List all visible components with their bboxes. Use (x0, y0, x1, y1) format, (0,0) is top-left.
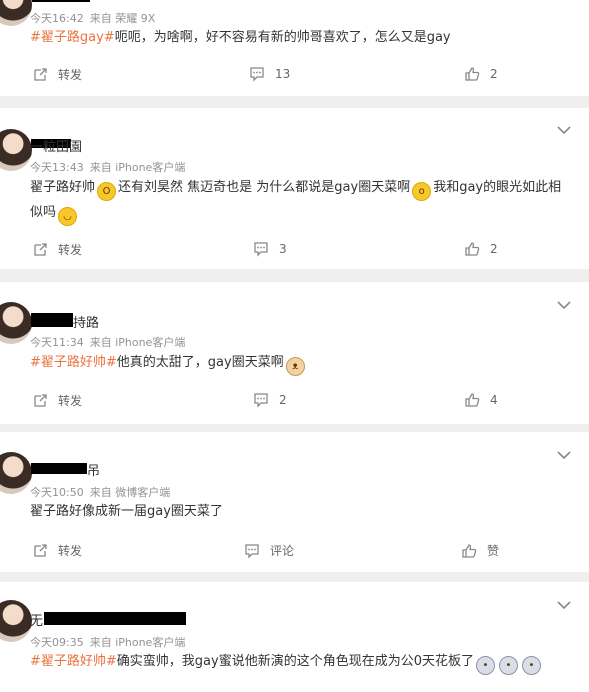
like-count: 2 (490, 67, 498, 81)
shocked-emoji-icon: O (97, 182, 117, 201)
comment-text: 翟子路好帅 O 还有刘昊然 焦迈奇也是 为什么都说是gay圈天菜啊 o 我和gay的眼光… (30, 176, 570, 226)
like-count: 4 (490, 393, 498, 407)
like-button[interactable]: 2 (464, 66, 498, 82)
topic-tag[interactable]: #翟子路好帅# (30, 654, 117, 669)
face-emoji-icon: • (475, 656, 495, 675)
comment-meta: 今天13:43 来自 iPhone客户端 (30, 159, 191, 175)
redacted-username (44, 612, 186, 625)
comment-meta: 今天10:50 来自 微博客户端 (30, 484, 176, 500)
topic-tag[interactable]: #翟子路好帅# (30, 355, 117, 370)
comment-card: 今天16:42 来自 荣耀 9X #翟子路gay#呃呃，为啥啊，好不容易有新的帅哥… (0, 0, 589, 96)
comment-icon (254, 393, 268, 408)
comment-body: 他真的太甜了，gay圈天菜啊 (116, 355, 284, 370)
forward-icon (34, 242, 47, 256)
like-label: 赞 (487, 544, 500, 558)
thumbs-up-icon (465, 67, 480, 81)
comment-icon (245, 543, 259, 559)
topic-tag[interactable]: #翟子路gay# (30, 30, 115, 45)
comment-button[interactable]: 2 (253, 392, 287, 408)
comment-meta: 今天16:42 来自 荣耀 9X (30, 10, 161, 26)
face-emoji-icon: • (498, 656, 518, 675)
comment-body: 呃呃，为啥啊，好不容易有新的帅哥喜欢了，怎么又是gay (114, 30, 451, 45)
redacted-username (32, 0, 90, 2)
comment-text: #翟子路好帅#他真的太甜了，gay圈天菜啊 ᴥ (30, 351, 570, 376)
comment-count: 13 (275, 67, 291, 81)
forward-icon (34, 543, 47, 557)
avatar[interactable] (0, 452, 32, 494)
username[interactable]: 吊 (87, 460, 100, 479)
timestamp: 今天13:43 (30, 161, 84, 174)
timestamp: 今天10:50 (30, 486, 84, 499)
comment-count: 3 (279, 242, 287, 256)
comment-count: 2 (279, 393, 287, 407)
source: 来自 iPhone客户端 (89, 161, 186, 174)
comment-icon (250, 67, 264, 82)
avatar[interactable] (0, 129, 32, 171)
shocked-emoji-icon: o (412, 182, 432, 201)
forward-button[interactable]: 转发 (32, 241, 82, 258)
comment-meta: 今天11:34 来自 iPhone客户端 (30, 334, 191, 350)
comment-button[interactable]: 3 (253, 241, 287, 257)
comment-label: 评论 (270, 544, 295, 558)
timestamp: 今天09:35 (30, 636, 84, 649)
comment-card: 无 今天09:35 来自 iPhone客户端 #翟子路好帅#确实蛮帅，我gay蜜说… (0, 582, 589, 692)
forward-label: 转发 (58, 394, 83, 408)
comment-text: 翟子路好像成新一届gay圈天菜了 (30, 500, 570, 524)
comment-button[interactable]: 评论 (244, 542, 294, 559)
like-count: 2 (490, 242, 498, 256)
source: 来自 荣耀 9X (89, 12, 156, 25)
comment-card: 一粒田園 今天13:43 来自 iPhone客户端 翟子路好帅 O 还有刘昊然 焦迈奇… (0, 108, 589, 269)
forward-icon (34, 393, 47, 407)
like-button[interactable]: 赞 (461, 542, 499, 559)
forward-icon (34, 67, 47, 81)
thumbs-up-icon (465, 242, 480, 256)
avatar[interactable] (0, 0, 32, 26)
avatar[interactable] (0, 302, 32, 344)
comment-button[interactable]: 13 (249, 66, 290, 82)
forward-label: 转发 (58, 243, 83, 257)
comment-body: 翟子路好像成新一届gay圈天菜了 (30, 504, 223, 519)
comment-body: 翟子路好帅 (30, 180, 96, 195)
forward-button[interactable]: 转发 (32, 542, 82, 559)
comment-card: 持路 今天11:34 来自 iPhone客户端 #翟子路好帅#他真的太甜了，gay… (0, 282, 589, 424)
chevron-down-icon[interactable] (557, 600, 571, 610)
comment-body: 确实蛮帅，我gay蜜说他新演的这个角色现在成为公0天花板了 (116, 654, 474, 669)
forward-label: 转发 (58, 544, 83, 558)
forward-button[interactable]: 转发 (32, 66, 82, 83)
username[interactable]: 无 (30, 610, 43, 629)
comment-card: 吊 今天10:50 来自 微博客户端 翟子路好像成新一届gay圈天菜了 转发 评论… (0, 432, 589, 572)
forward-label: 转发 (58, 68, 83, 82)
chevron-down-icon[interactable] (557, 125, 571, 135)
face-emoji-icon: • (521, 656, 541, 675)
comment-body: 还有刘昊然 焦迈奇也是 为什么都说是gay圈天菜啊 (118, 180, 411, 195)
comment-meta: 今天09:35 来自 iPhone客户端 (30, 634, 191, 650)
redacted-username (31, 463, 87, 474)
cat-emoji-icon: ᴥ (285, 357, 305, 376)
comment-icon (254, 242, 268, 257)
username[interactable]: 一粒田園 (30, 136, 82, 155)
timestamp: 今天16:42 (30, 12, 84, 25)
chevron-down-icon[interactable] (557, 300, 571, 310)
like-button[interactable]: 4 (464, 392, 498, 408)
thumbs-up-icon (462, 543, 477, 558)
avatar[interactable] (0, 600, 32, 642)
forward-button[interactable]: 转发 (32, 392, 82, 409)
like-button[interactable]: 2 (464, 241, 498, 257)
source: 来自 微博客户端 (89, 486, 171, 499)
redacted-username (31, 313, 73, 327)
comment-text: #翟子路gay#呃呃，为啥啊，好不容易有新的帅哥喜欢了，怎么又是gay (30, 26, 570, 50)
source: 来自 iPhone客户端 (89, 636, 186, 649)
chevron-down-icon[interactable] (557, 450, 571, 460)
thumbs-up-icon (465, 393, 480, 407)
username[interactable]: 持路 (73, 312, 99, 331)
laugh-emoji-icon: ◡ (58, 207, 78, 226)
source: 来自 iPhone客户端 (89, 336, 186, 349)
comment-text: #翟子路好帅#确实蛮帅，我gay蜜说他新演的这个角色现在成为公0天花板了 • • • (30, 650, 589, 675)
timestamp: 今天11:34 (30, 336, 84, 349)
